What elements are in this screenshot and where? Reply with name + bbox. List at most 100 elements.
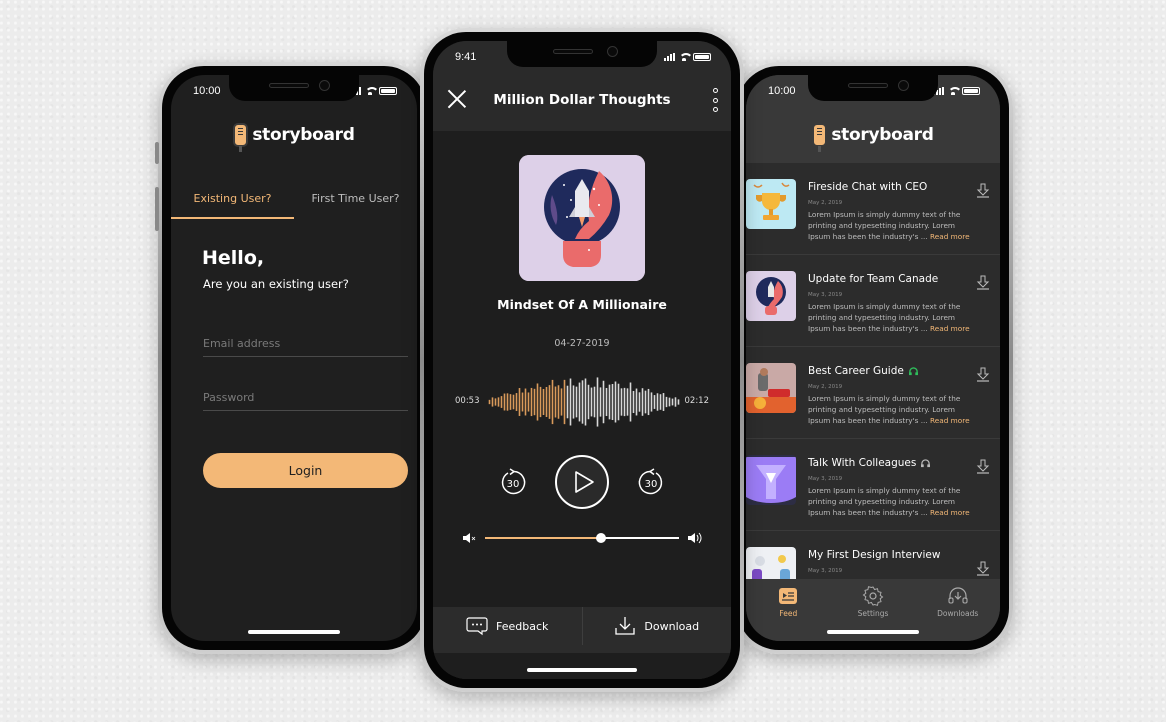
skip-forward-30-button[interactable]: 30 xyxy=(637,468,665,496)
waveform-bar xyxy=(500,396,503,408)
waveform-bar xyxy=(638,392,641,412)
download-icon[interactable] xyxy=(976,183,990,199)
download-icon[interactable] xyxy=(976,275,990,291)
download-icon[interactable] xyxy=(976,459,990,475)
tab-feed[interactable]: Feed xyxy=(746,585,831,641)
notch xyxy=(808,75,938,101)
close-icon[interactable] xyxy=(447,89,467,109)
waveform-bar xyxy=(566,385,569,419)
wifi-icon xyxy=(679,53,693,61)
volume-thumb[interactable] xyxy=(596,533,607,543)
waveform-bar xyxy=(617,383,620,421)
waveform-bar xyxy=(506,393,509,411)
side-button xyxy=(155,142,159,164)
feed-item-date: May 2, 2019 xyxy=(808,384,843,390)
tab-downloads[interactable]: Downloads xyxy=(915,585,1000,641)
waveform-bar xyxy=(632,390,635,414)
feed-item-title: Best Career Guide xyxy=(808,365,904,377)
waveform-bar xyxy=(575,386,578,418)
feed-item-date: May 2, 2019 xyxy=(808,200,843,206)
waveform-bar xyxy=(668,397,671,407)
chat-bubble-icon xyxy=(466,617,488,636)
login-button[interactable]: Login xyxy=(203,453,408,488)
waveform-bar xyxy=(530,387,533,417)
waveform-bar xyxy=(659,394,662,410)
waveform-bar xyxy=(542,389,545,415)
battery-icon xyxy=(962,87,980,95)
tab-label: Settings xyxy=(857,609,889,618)
waveform-bar xyxy=(515,393,518,411)
download-label: Download xyxy=(644,619,700,633)
tab-label: Downloads xyxy=(937,609,979,618)
waveform-bar xyxy=(497,397,500,407)
waveform-bar xyxy=(578,382,581,422)
waveform-bar xyxy=(509,394,512,410)
waveform-bar xyxy=(614,381,617,423)
play-button[interactable] xyxy=(555,455,609,509)
login-screen: 10:00 storyboard Existing User? First Ti… xyxy=(171,75,417,641)
side-button xyxy=(155,187,159,231)
waveform-bar xyxy=(533,388,536,416)
download-icon[interactable] xyxy=(976,367,990,383)
feed-item[interactable]: Update for Team Canade May 3, 2019 Lorem… xyxy=(746,255,1000,347)
download-icon[interactable] xyxy=(976,561,990,577)
rewind-30-icon: 30 xyxy=(501,468,526,495)
feed-screen: storyboard 10:00 Fireside Chat with CEO … xyxy=(746,75,1000,641)
read-more-link[interactable]: Read more xyxy=(930,324,970,333)
waveform-bar xyxy=(563,379,566,425)
skip-back-30-button[interactable]: 30 xyxy=(499,468,527,496)
more-options-icon[interactable] xyxy=(711,88,719,112)
feed-item[interactable]: My First Design Interview May 3, 2019 Lo… xyxy=(746,531,1000,579)
play-icon xyxy=(575,471,594,493)
feed-item[interactable]: Talk With Colleagues May 3, 2019 Lorem I… xyxy=(746,439,1000,531)
feed-item[interactable]: Fireside Chat with CEO May 2, 2019 Lorem… xyxy=(746,163,1000,255)
feedback-button[interactable]: Feedback xyxy=(433,607,582,645)
podcast-title: Million Dollar Thoughts xyxy=(493,92,671,108)
tab-existing-user[interactable]: Existing User? xyxy=(171,183,294,219)
feedback-label: Feedback xyxy=(496,619,549,633)
svg-text:30: 30 xyxy=(507,479,520,490)
home-indicator xyxy=(248,630,340,634)
waveform-bar xyxy=(488,399,491,405)
waveform-bar xyxy=(494,398,497,406)
tab-first-time-user[interactable]: First Time User? xyxy=(294,183,417,219)
battery-icon xyxy=(379,87,397,95)
thumbnail-purple-logo xyxy=(746,455,796,505)
waveform-bar xyxy=(569,378,572,426)
feed-item-date: May 3, 2019 xyxy=(808,292,843,298)
download-button[interactable]: Download xyxy=(581,607,732,645)
episode-cover-art xyxy=(519,155,645,281)
episode-date: 04-27-2019 xyxy=(554,338,610,349)
feed-item-date: May 3, 2019 xyxy=(808,476,843,482)
waveform-bar xyxy=(590,387,593,417)
download-icon xyxy=(615,617,636,635)
password-field[interactable] xyxy=(203,385,408,411)
read-more-link[interactable]: Read more xyxy=(930,508,970,517)
player-header: Million Dollar Thoughts xyxy=(433,69,731,131)
waveform-bar xyxy=(518,388,521,416)
waveform-bar xyxy=(491,397,494,407)
waveform-bar xyxy=(557,385,560,419)
status-time: 9:41 xyxy=(455,51,477,63)
waveform-bar xyxy=(572,385,575,419)
email-field[interactable] xyxy=(203,331,408,357)
volume-slider[interactable] xyxy=(485,533,679,543)
read-more-link[interactable]: Read more xyxy=(930,416,970,425)
waveform-bar xyxy=(584,378,587,426)
read-more-link[interactable]: Read more xyxy=(930,232,970,241)
signal-icon xyxy=(664,53,675,61)
waveform-bar xyxy=(620,388,623,416)
home-indicator xyxy=(527,668,637,672)
waveform-bar xyxy=(653,395,656,409)
waveform-bar xyxy=(623,387,626,417)
feed-item[interactable]: Best Career Guide May 2, 2019 Lorem Ipsu… xyxy=(746,347,1000,439)
greeting-heading: Hello, xyxy=(202,247,265,269)
notch xyxy=(507,41,657,67)
volume-max-icon[interactable] xyxy=(687,530,703,546)
waveform-bar xyxy=(548,385,551,419)
waveform-scrubber[interactable] xyxy=(488,376,680,428)
phone-feed: storyboard 10:00 Fireside Chat with CEO … xyxy=(733,62,1013,654)
volume-mute-icon[interactable] xyxy=(461,530,477,546)
storyboard-logo: storyboard xyxy=(746,123,1000,152)
phone-login: 10:00 storyboard Existing User? First Ti… xyxy=(155,62,430,654)
